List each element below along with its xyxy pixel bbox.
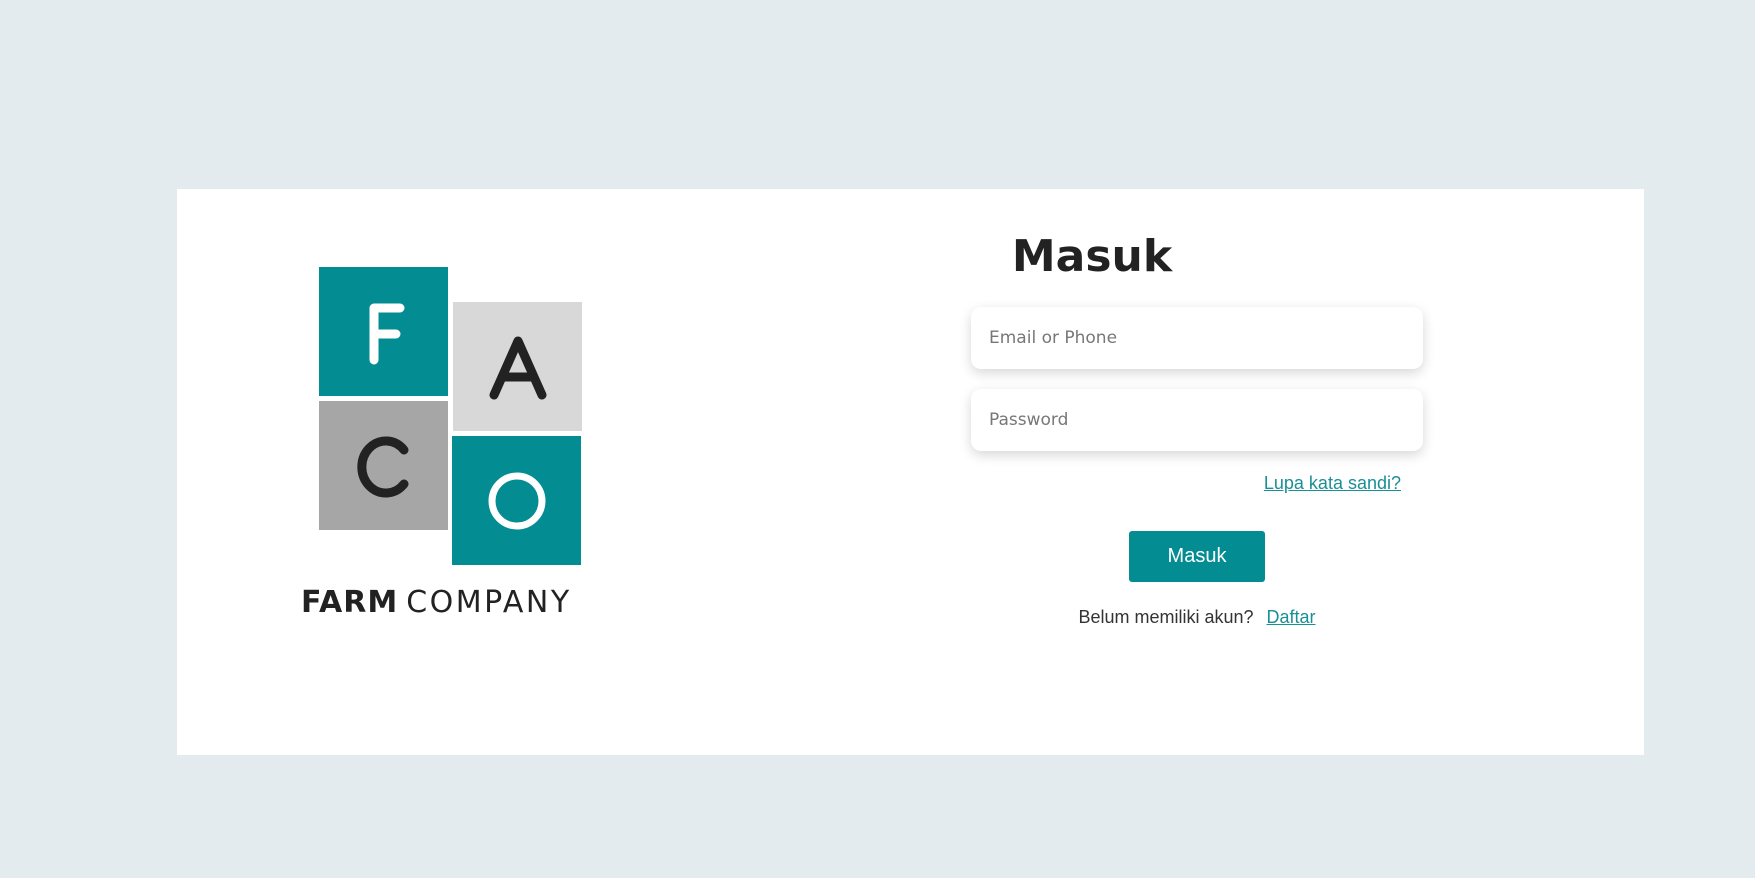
logo-tile-c — [319, 401, 448, 530]
brand-name-bold: FARM — [301, 585, 399, 620]
brand-wordmark: FARM COMPANY — [301, 585, 631, 620]
logo-tile-o — [452, 436, 581, 565]
register-prompt-text: Belum memiliki akun? — [1078, 607, 1254, 627]
letter-o-glyph — [488, 472, 545, 529]
register-link[interactable]: Daftar — [1267, 607, 1316, 627]
password-field[interactable] — [971, 389, 1423, 451]
logo-tile-f — [319, 267, 448, 396]
letter-f-glyph — [369, 303, 404, 364]
letter-a-glyph — [489, 336, 546, 399]
login-card: FARM COMPANY Masuk Lupa kata sandi? Masu… — [177, 189, 1644, 755]
page-title: Masuk — [1011, 231, 1173, 282]
letter-c-glyph — [356, 436, 408, 497]
login-button[interactable]: Masuk — [1129, 531, 1265, 582]
register-prompt: Belum memiliki akun? Daftar — [1027, 607, 1367, 628]
logo-tile-a — [453, 302, 582, 431]
forgot-password-link[interactable]: Lupa kata sandi? — [1261, 473, 1401, 494]
email-field[interactable] — [971, 307, 1423, 369]
brand-name-light: COMPANY — [406, 585, 572, 620]
farm-company-logo: FARM COMPANY — [301, 267, 631, 627]
